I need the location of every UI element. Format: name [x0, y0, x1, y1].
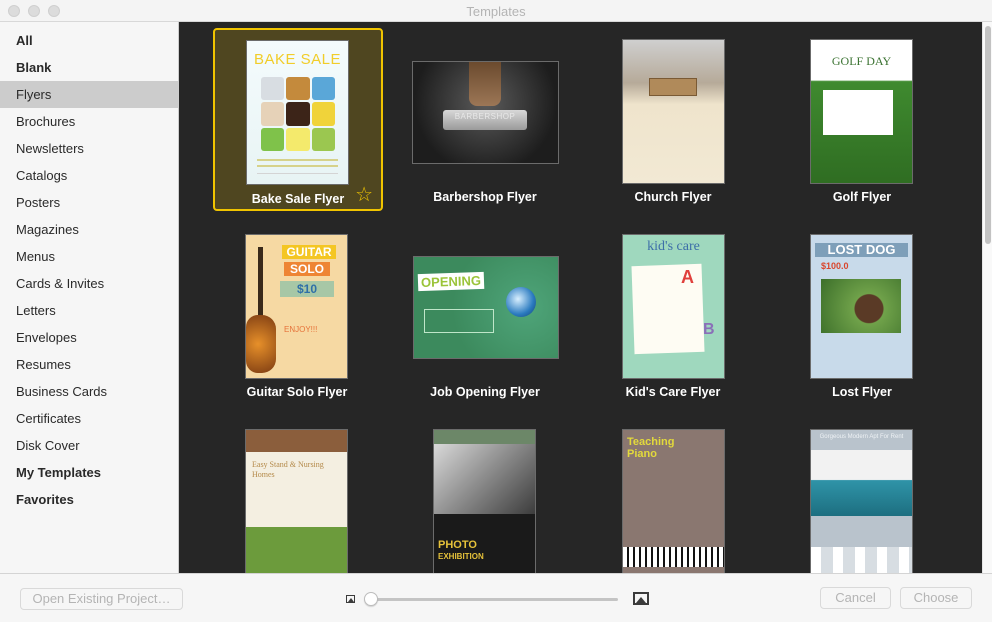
sidebar-item-menus[interactable]: Menus	[0, 243, 178, 270]
template-thumbnail: BAKE SALE	[246, 40, 349, 185]
sidebar-item-catalogs[interactable]: Catalogs	[0, 162, 178, 189]
thumbnail-heading: GOLF DAY	[831, 54, 892, 68]
thumbnail-letter: B	[703, 321, 715, 338]
template-teaching-piano-flyer[interactable]: Teaching Piano	[588, 418, 758, 573]
open-existing-project-button[interactable]: Open Existing Project…	[20, 588, 183, 610]
window-title: Templates	[466, 4, 526, 19]
template-barbershop-flyer[interactable]: BARBERSHOP Barbershop Flyer	[400, 28, 570, 211]
sidebar-item-posters[interactable]: Posters	[0, 189, 178, 216]
template-label: Barbershop Flyer	[433, 190, 537, 204]
slider-knob[interactable]	[364, 592, 378, 606]
thumbnail-heading: kid's care	[647, 239, 700, 254]
choose-button[interactable]: Choose	[900, 587, 972, 609]
thumbnail-price: $10	[280, 281, 334, 297]
template-thumbnail: PHOTO EXHIBITION	[433, 429, 536, 573]
scrollbar-thumb[interactable]	[985, 26, 991, 244]
thumbnail-heading: Teaching Piano	[627, 436, 674, 460]
sidebar-item-flyers[interactable]: Flyers	[0, 81, 178, 108]
template-thumbnail: BARBERSHOP	[412, 61, 559, 164]
thumbnail-photo-grid	[261, 77, 335, 151]
template-thumbnail: Teaching Piano	[622, 429, 725, 573]
thumbnail-heading: PHOTO EXHIBITION	[438, 540, 484, 562]
template-lost-flyer[interactable]: LOST DOG $100.0 Lost Flyer	[777, 223, 947, 406]
small-thumbnail-icon[interactable]	[346, 595, 355, 603]
grid-scrollbar[interactable]	[982, 22, 992, 573]
template-nursing-flyer[interactable]: Easy Stand & Nursing Homes	[212, 418, 382, 573]
template-thumbnail: Easy Stand & Nursing Homes	[245, 429, 348, 573]
templates-window: Templates All Blank Flyers Brochures New…	[0, 0, 992, 622]
thumbnail-heading-line: Piano	[627, 448, 657, 460]
sidebar-item-magazines[interactable]: Magazines	[0, 216, 178, 243]
template-guitar-solo-flyer[interactable]: GUITAR SOLO $10 ENJOY!!! Guitar Solo Fly…	[212, 223, 382, 406]
sidebar-item-newsletters[interactable]: Newsletters	[0, 135, 178, 162]
thumbnail-letter: A	[681, 267, 694, 287]
template-label: Job Opening Flyer	[430, 385, 540, 399]
thumbnail-heading-line: EXHIBITION	[438, 552, 484, 561]
template-label: Golf Flyer	[832, 190, 892, 204]
template-label: Kid's Care Flyer	[625, 385, 721, 399]
thumbnail-heading: Easy Stand & Nursing Homes	[252, 460, 324, 479]
thumbnail-size-slider[interactable]	[370, 598, 618, 601]
thumbnail-text: ENJOY!!!	[284, 325, 318, 334]
sidebar-item-cards-invites[interactable]: Cards & Invites	[0, 270, 178, 297]
template-label: Lost Flyer	[832, 385, 892, 399]
sidebar-item-envelopes[interactable]: Envelopes	[0, 324, 178, 351]
template-job-opening-flyer[interactable]: OPENING Job Opening Flyer	[400, 223, 570, 406]
sidebar-item-business-cards[interactable]: Business Cards	[0, 378, 178, 405]
thumbnail-heading: LOST DOG	[815, 243, 908, 257]
sidebar-item-disk-cover[interactable]: Disk Cover	[0, 432, 178, 459]
template-kids-care-flyer[interactable]: kid's care A B Kid's Care Flyer	[588, 223, 758, 406]
thumbnail-heading: OPENING	[417, 271, 485, 292]
template-grid: BAKE SALE Bake Sale Flyer ☆ BARBERSHOP B…	[179, 22, 982, 573]
sidebar-item-all[interactable]: All	[0, 27, 178, 54]
category-sidebar: All Blank Flyers Brochures Newsletters C…	[0, 22, 179, 573]
thumbnail-price: $100.0	[821, 261, 849, 271]
template-thumbnail	[622, 39, 725, 184]
bottom-toolbar: Open Existing Project… Cancel Choose	[0, 573, 992, 622]
sidebar-item-favorites[interactable]: Favorites	[0, 486, 178, 513]
template-apartment-rent-flyer[interactable]: Gorgeous Modern Apt For Rent	[777, 418, 947, 573]
star-outline-icon[interactable]: ☆	[355, 185, 373, 205]
cancel-button[interactable]: Cancel	[820, 587, 891, 609]
template-thumbnail: kid's care A B	[622, 234, 725, 379]
thumbnail-heading-line: Teaching	[627, 436, 675, 448]
template-thumbnail: LOST DOG $100.0	[810, 234, 913, 379]
sidebar-item-resumes[interactable]: Resumes	[0, 351, 178, 378]
large-thumbnail-icon[interactable]	[633, 592, 649, 605]
template-golf-flyer[interactable]: GOLF DAY Golf Flyer	[777, 28, 947, 211]
thumbnail-heading: BARBERSHOP	[443, 110, 527, 130]
template-thumbnail: Gorgeous Modern Apt For Rent	[810, 429, 913, 573]
sidebar-item-letters[interactable]: Letters	[0, 297, 178, 324]
thumbnail-heading: Gorgeous Modern Apt For Rent	[819, 434, 904, 440]
sidebar-item-brochures[interactable]: Brochures	[0, 108, 178, 135]
sidebar-item-certificates[interactable]: Certificates	[0, 405, 178, 432]
template-church-flyer[interactable]: Church Flyer	[588, 28, 758, 211]
template-label: Church Flyer	[634, 190, 712, 204]
sidebar-item-blank[interactable]: Blank	[0, 54, 178, 81]
title-bar: Templates	[0, 0, 992, 22]
thumbnail-subheading: SOLO	[284, 262, 330, 276]
sidebar-item-my-templates[interactable]: My Templates	[0, 459, 178, 486]
template-thumbnail: GUITAR SOLO $10 ENJOY!!!	[245, 234, 348, 379]
template-label: Guitar Solo Flyer	[246, 385, 348, 399]
template-thumbnail: OPENING	[413, 256, 559, 359]
thumbnail-heading: GUITAR	[282, 245, 336, 259]
thumbnail-heading-line: PHOTO	[438, 539, 477, 551]
template-photo-exhibition-flyer[interactable]: PHOTO EXHIBITION	[400, 418, 570, 573]
template-thumbnail: GOLF DAY	[810, 39, 913, 184]
thumbnail-heading: BAKE SALE	[253, 51, 342, 68]
template-bake-sale-flyer[interactable]: BAKE SALE Bake Sale Flyer ☆	[213, 28, 383, 211]
